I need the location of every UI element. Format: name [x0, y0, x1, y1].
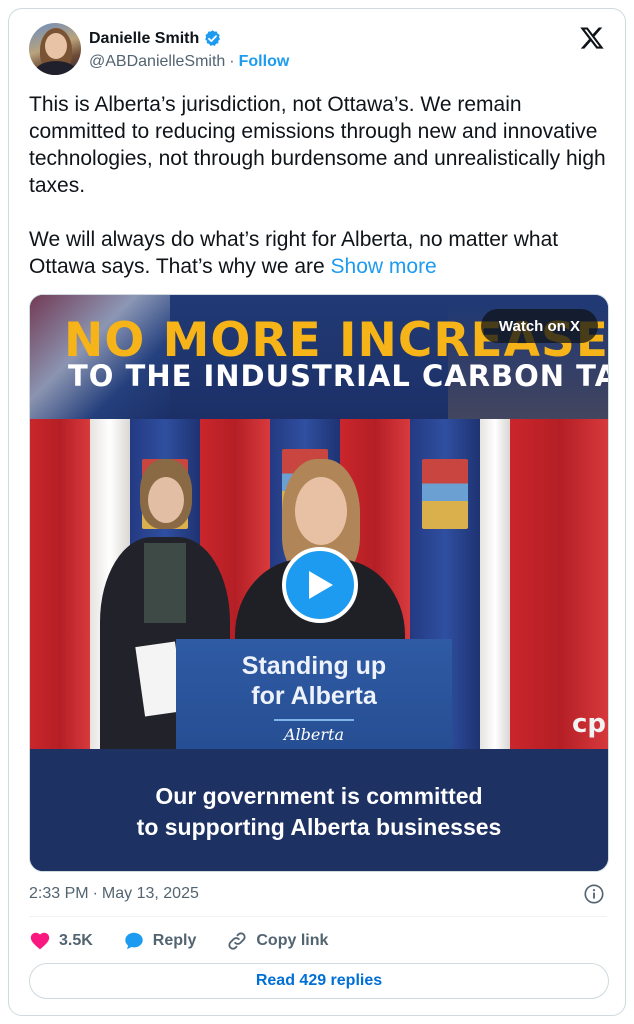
tweet-card: Danielle Smith @ABDanielleSmith · Follow… — [8, 8, 626, 1016]
author-handle[interactable]: @ABDanielleSmith — [89, 53, 225, 71]
tweet-time[interactable]: 2:33 PM — [29, 885, 89, 903]
timestamp[interactable]: 2:33 PM · May 13, 2025 — [29, 885, 199, 903]
verified-badge-icon — [205, 30, 221, 46]
podium-line-2: for Alberta — [251, 682, 377, 710]
tweet-text: This is Alberta’s jurisdiction, not Otta… — [29, 91, 609, 280]
author-name[interactable]: Danielle Smith — [89, 30, 199, 48]
play-icon — [309, 571, 333, 599]
like-button[interactable]: 3.5K — [29, 930, 93, 952]
reply-bubble-icon — [125, 932, 143, 950]
video-banner: NO MORE INCREASES TO THE INDUSTRIAL CARB… — [30, 295, 608, 419]
handle-row: @ABDanielleSmith · Follow — [89, 53, 289, 71]
cp-watermark: cp — [571, 709, 606, 739]
copy-link-button[interactable]: Copy link — [226, 930, 328, 952]
handle-separator: · — [229, 53, 235, 70]
tweet-date[interactable]: May 13, 2025 — [102, 885, 199, 903]
video-player[interactable]: NO MORE INCREASES TO THE INDUSTRIAL CARB… — [29, 294, 609, 872]
reply-label: Reply — [152, 932, 197, 949]
watch-on-x-button[interactable]: Watch on X — [480, 309, 598, 343]
video-headline-2: TO THE INDUSTRIAL CARBON TAX — [68, 359, 609, 393]
divider — [29, 916, 607, 917]
podium-sign: Standing up for Alberta Alberta — [176, 639, 452, 749]
follow-button[interactable]: Follow — [239, 53, 290, 71]
podium-line-1: Standing up — [241, 652, 387, 680]
show-more-link[interactable]: Show more — [331, 255, 437, 278]
caption-line-1: Our government is committed — [155, 783, 483, 809]
video-caption-area: Our government is committed to supportin… — [30, 749, 608, 871]
caption-line-2: to supporting Alberta businesses — [136, 814, 502, 840]
avatar[interactable] — [29, 23, 81, 75]
time-separator: · — [92, 885, 98, 902]
play-button[interactable] — [282, 547, 358, 623]
author-name-row[interactable]: Danielle Smith — [89, 29, 222, 48]
action-bar: 3.5K Reply Copy link — [29, 927, 358, 955]
read-replies-button[interactable]: Read 429 replies — [29, 963, 609, 999]
reply-button[interactable]: Reply — [123, 930, 197, 952]
tweet-paragraph-1: This is Alberta’s jurisdiction, not Otta… — [29, 93, 606, 197]
link-icon — [228, 932, 246, 950]
like-count: 3.5K — [59, 932, 93, 949]
tweet-paragraph-2: We will always do what’s right for Alber… — [29, 226, 609, 280]
copy-link-label: Copy link — [256, 932, 329, 949]
info-icon[interactable] — [583, 883, 605, 905]
tweet-paragraph-2-text: We will always do what’s right for Alber… — [29, 228, 559, 278]
x-logo-icon[interactable] — [579, 25, 605, 51]
heart-icon — [30, 932, 50, 950]
alberta-logo: Alberta — [284, 725, 344, 744]
